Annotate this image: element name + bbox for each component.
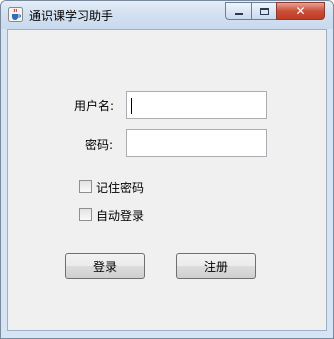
maximize-icon xyxy=(259,7,269,15)
close-button[interactable]: ✕ xyxy=(276,2,325,20)
title-bar[interactable]: 通识课学习助手 ✕ xyxy=(1,1,333,29)
remember-password-label[interactable]: 记住密码 xyxy=(96,179,144,196)
login-button[interactable]: 登录 xyxy=(65,253,145,279)
password-label: 密码: xyxy=(85,138,114,152)
login-panel: 用户名: 密码: 记住密码 自动登录 登录 注册 xyxy=(7,29,327,331)
username-input[interactable] xyxy=(127,92,266,118)
register-button[interactable]: 注册 xyxy=(176,253,256,279)
minimize-button[interactable] xyxy=(225,2,252,20)
auto-login-checkbox[interactable] xyxy=(79,208,92,221)
close-icon: ✕ xyxy=(295,4,306,18)
password-input[interactable] xyxy=(127,130,266,156)
username-field[interactable] xyxy=(126,91,267,119)
password-field[interactable] xyxy=(126,129,267,157)
auto-login-label[interactable]: 自动登录 xyxy=(96,207,144,224)
remember-password-checkbox[interactable] xyxy=(79,180,92,193)
window-title: 通识课学习助手 xyxy=(29,9,114,23)
java-cup-icon xyxy=(8,7,23,22)
app-window: 通识课学习助手 ✕ 用户名: 密码: 记住密码 自动登录 登录 注册 xyxy=(0,0,334,339)
username-label: 用户名: xyxy=(74,99,115,113)
text-caret xyxy=(131,98,132,114)
maximize-button[interactable] xyxy=(251,2,277,20)
minimize-icon xyxy=(234,13,243,15)
